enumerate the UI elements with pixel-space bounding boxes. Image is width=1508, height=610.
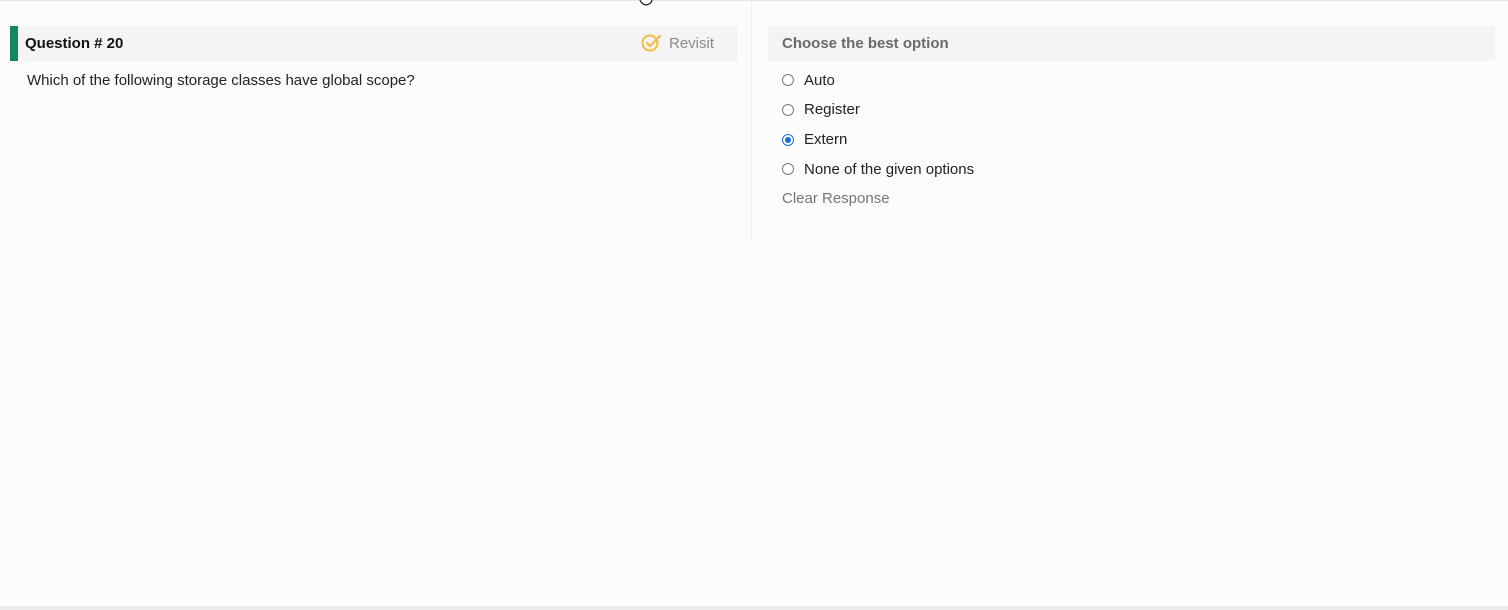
question-text: Which of the following storage classes h… bbox=[27, 72, 415, 89]
revisit-button[interactable]: Revisit bbox=[641, 33, 714, 53]
pencil-check-icon bbox=[641, 34, 662, 52]
option-none-of-the-given[interactable]: None of the given options bbox=[782, 160, 974, 178]
radio-button[interactable] bbox=[782, 74, 794, 86]
option-label: Auto bbox=[804, 71, 835, 89]
options-list: Auto Register Extern None of the given o… bbox=[782, 71, 974, 190]
radio-button[interactable] bbox=[782, 103, 794, 116]
pane-divider bbox=[751, 0, 752, 240]
option-label: Register bbox=[804, 101, 860, 119]
question-number: Question # 20 bbox=[25, 35, 124, 52]
option-label: Extern bbox=[804, 131, 848, 149]
options-header: Choose the best option bbox=[768, 26, 1495, 61]
radio-button-selected[interactable] bbox=[782, 133, 794, 146]
revisit-label: Revisit bbox=[668, 34, 714, 52]
answer-pane: Choose the best option Auto Register Ext… bbox=[768, 26, 1495, 207]
top-rule bbox=[0, 0, 1508, 1]
option-auto[interactable]: Auto bbox=[782, 71, 974, 89]
radio-button[interactable] bbox=[782, 163, 794, 176]
option-label: None of the given options bbox=[804, 160, 975, 178]
bottom-rule bbox=[0, 606, 1508, 610]
hand-cursor-icon bbox=[639, 0, 653, 6]
clear-response-button[interactable]: Clear Response bbox=[782, 190, 890, 207]
option-extern[interactable]: Extern bbox=[782, 131, 974, 149]
option-register[interactable]: Register bbox=[782, 101, 974, 119]
question-header: Question # 20 Revisit bbox=[10, 26, 738, 61]
question-pane: Question # 20 Revisit Which of the follo… bbox=[10, 26, 738, 89]
